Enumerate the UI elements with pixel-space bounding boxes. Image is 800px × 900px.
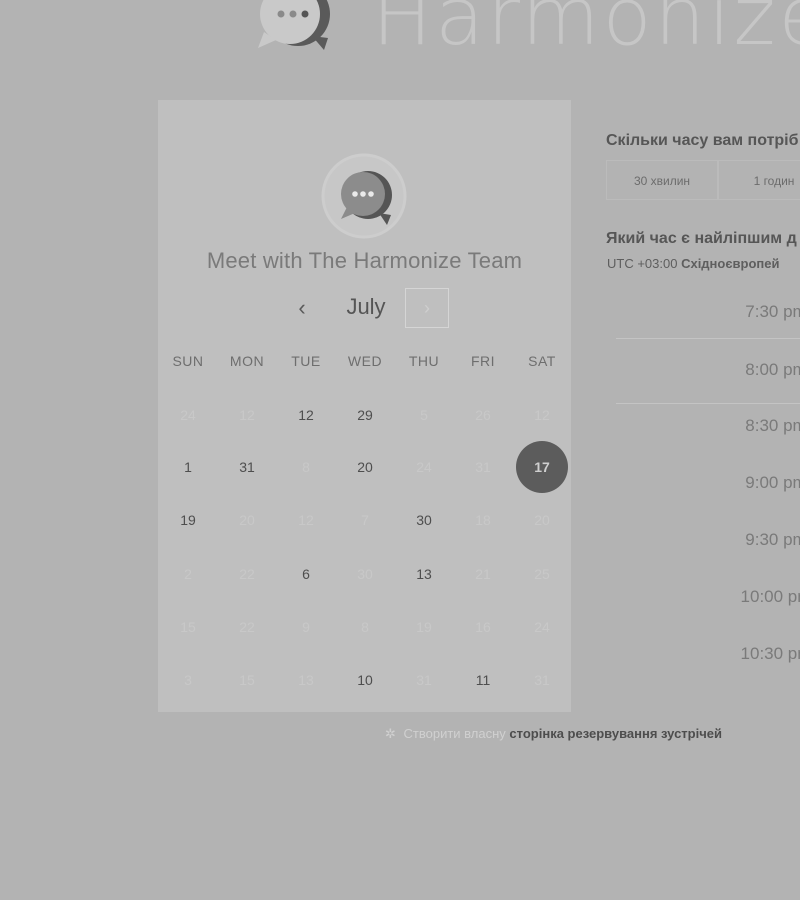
calendar-day[interactable]: 10 [340, 655, 390, 705]
weekday-header: SUN MON TUE WED THU FRI SAT [158, 353, 571, 369]
team-logo-icon [321, 153, 407, 239]
scheduler-panel: Скільки часу вам потріб 30 хвилин 1 годи… [606, 0, 800, 900]
calendar-day: 22 [239, 566, 255, 582]
calendar-day: 9 [302, 619, 310, 635]
calendar-day: 30 [357, 566, 373, 582]
time-slot[interactable]: 8:00 pm [616, 338, 800, 404]
time-slot-label: 8:30 pm [745, 416, 800, 435]
prev-month-button[interactable]: ‹ [288, 290, 316, 326]
calendar-day[interactable]: 6 [281, 549, 331, 599]
footer-link-text: сторінка резервування зустрічей [509, 726, 722, 741]
calendar-day: 24 [180, 407, 196, 423]
time-slot-label: 10:00 pm [740, 587, 800, 606]
calendar-day: 16 [475, 619, 491, 635]
calendar-day: 12 [239, 407, 255, 423]
calendar-day[interactable]: 29 [340, 390, 390, 440]
duration-question: Скільки часу вам потріб [606, 132, 799, 149]
calendar-day: 21 [475, 566, 491, 582]
timezone-offset: UTC +03:00 [607, 256, 678, 271]
calendar-day: 8 [302, 459, 310, 475]
calendar-day[interactable]: 31 [222, 442, 272, 492]
time-slot[interactable]: 9:30 pm [616, 512, 800, 568]
calendar-day: 20 [239, 512, 255, 528]
time-slot-label: 9:00 pm [745, 473, 800, 492]
weekday-tue: TUE [291, 353, 321, 369]
calendar-day[interactable]: 13 [399, 549, 449, 599]
time-slot-label: 7:30 pm [745, 302, 800, 321]
page-title: Meet with The Harmonize Team [206, 248, 523, 273]
weekday-thu: THU [408, 353, 440, 369]
weekday-fri: FRI [470, 353, 496, 369]
calendar-day-selected[interactable]: 17 [516, 441, 568, 493]
chat-bubble-logo-icon [258, 0, 330, 50]
time-slot[interactable]: 8:30 pm [616, 398, 800, 454]
calendar-day[interactable]: 11 [458, 655, 508, 705]
booking-card: Meet with The Harmonize Team ‹ July › SU… [158, 100, 571, 712]
calendar-day: 2 [184, 566, 192, 582]
weekday-sun: SUN [172, 353, 204, 369]
calendar-day: 3 [184, 672, 192, 688]
calendar-day: 15 [180, 619, 196, 635]
calendar-day: 31 [534, 672, 550, 688]
time-slot[interactable]: 7:30 pm [616, 284, 800, 340]
footer-prefix: Створити власну [403, 726, 506, 741]
calendar-day: 31 [475, 459, 491, 475]
weekday-wed: WED [347, 353, 383, 369]
time-slot-label: 8:00 pm [745, 360, 800, 379]
calendar-day[interactable]: 30 [399, 495, 449, 545]
calendar-day[interactable]: 20 [340, 442, 390, 492]
timezone-name: Східноєвропей [681, 256, 780, 271]
next-month-button[interactable]: › [405, 288, 449, 328]
time-slot-label: 10:30 pm [740, 644, 800, 663]
time-question: Який час є найліпшим д [606, 230, 797, 247]
calendar-day: 12 [534, 407, 550, 423]
time-slot[interactable]: 10:00 pm [616, 569, 800, 625]
calendar-day: 24 [416, 459, 432, 475]
duration-option-60[interactable]: 1 годин [718, 160, 800, 200]
time-slot[interactable]: 10:30 pm [616, 626, 800, 682]
calendar-day: 7 [361, 512, 369, 528]
calendar-day[interactable]: 19 [163, 495, 213, 545]
time-slot-label: 9:30 pm [745, 530, 800, 549]
weekday-mon: MON [229, 353, 265, 369]
calendar-day: 26 [475, 407, 491, 423]
timezone-selector[interactable]: UTC +03:00 Східноєвропей [607, 256, 779, 271]
duration-option-30[interactable]: 30 хвилин [606, 160, 718, 200]
calendar-day: 25 [534, 566, 550, 582]
calendar-day[interactable]: 1 [163, 442, 213, 492]
calendar-day: 5 [420, 407, 428, 423]
calendar-day: 8 [361, 619, 369, 635]
calendar-day[interactable]: 12 [281, 390, 331, 440]
sparkle-icon: ✲ [385, 726, 396, 741]
month-label: July [346, 294, 386, 319]
time-slot[interactable]: 9:00 pm [616, 455, 800, 511]
calendar-day: 31 [416, 672, 432, 688]
calendar-day: 22 [239, 619, 255, 635]
calendar-day: 19 [416, 619, 432, 635]
calendar-day: 20 [534, 512, 550, 528]
create-booking-page-link[interactable]: ✲ Створити власну сторінка резервування … [385, 726, 722, 742]
month-navigation: ‹ July › [158, 288, 571, 328]
calendar-day: 24 [534, 619, 550, 635]
calendar-day: 18 [475, 512, 491, 528]
calendar-day: 13 [298, 672, 314, 688]
calendar-day: 12 [298, 512, 314, 528]
calendar-day: 15 [239, 672, 255, 688]
weekday-sat: SAT [528, 353, 556, 369]
